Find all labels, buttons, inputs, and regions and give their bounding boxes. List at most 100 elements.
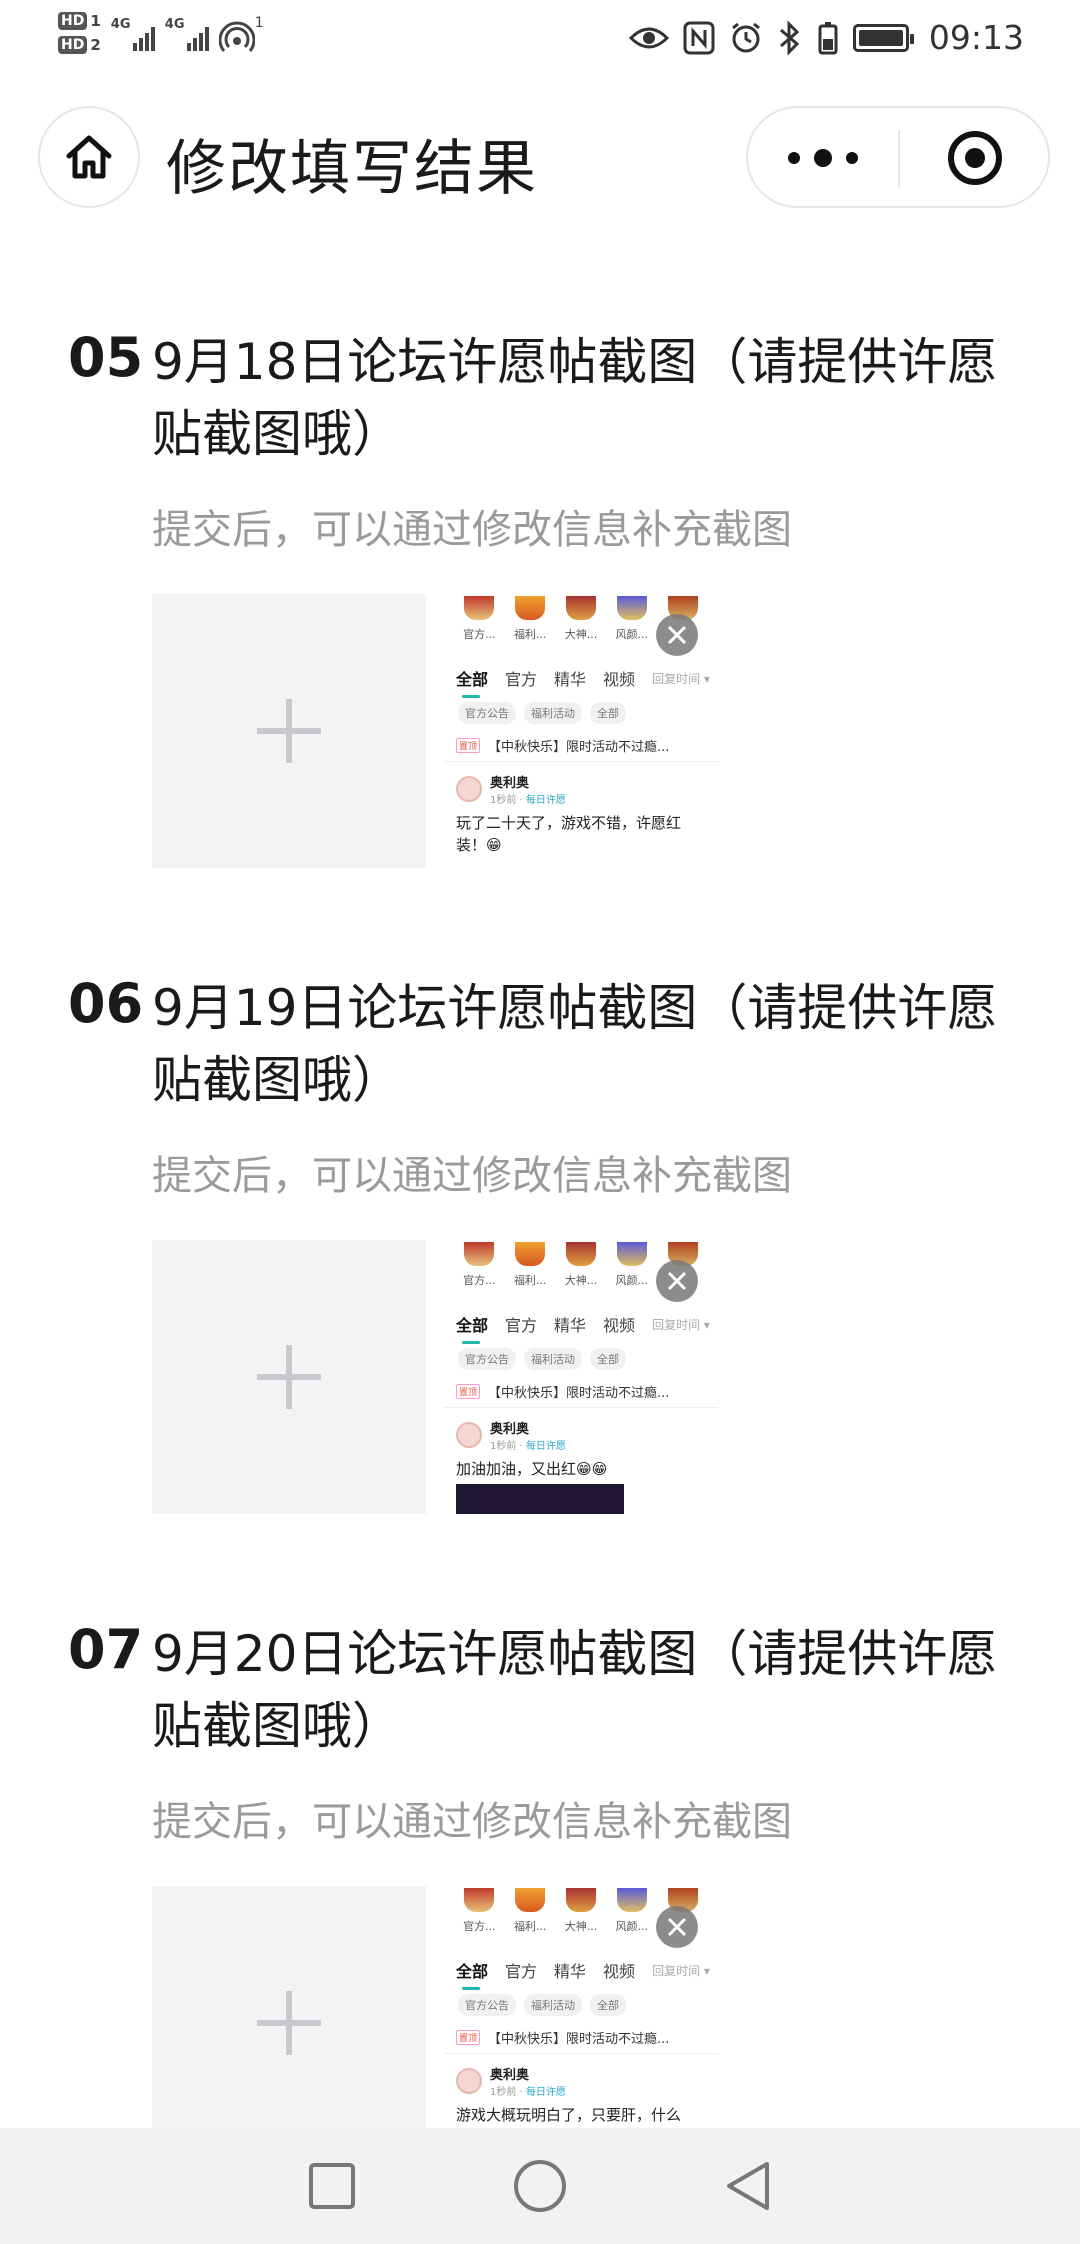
forum-chip: 全部: [590, 1994, 626, 2016]
question-hint: 提交后，可以通过修改信息补充截图: [152, 1799, 792, 1845]
nfc-icon: [683, 21, 715, 54]
forum-chip: 官方公告: [458, 1994, 516, 2016]
forum-tab: 精华: [554, 670, 587, 689]
status-right: 09:13: [628, 18, 1024, 57]
recents-square-icon: [309, 2163, 355, 2209]
upload-add-button[interactable]: [152, 1240, 426, 1514]
close-icon: [667, 625, 687, 645]
uploaded-screenshot-thumbnail[interactable]: 官方... 福利... 大神... 风颜... 全部 官方 精华 视频 回复时间 ▾ 官方公告…: [444, 1886, 718, 2160]
forum-tabs: 全部 官方 精华 视频 回复时间 ▾: [444, 660, 718, 698]
pin-tag: 置顶: [456, 2030, 481, 2045]
forum-section-icon: 福利...: [508, 594, 552, 660]
recents-button[interactable]: [292, 2146, 372, 2226]
post-user: 奥利奥 1秒前 · 每日许愿: [444, 2054, 718, 2100]
pinned-post-text: 【中秋快乐】限时活动不过瘾...: [488, 2032, 670, 2047]
status-left: HD 1 HD 2 4G 4G 1: [58, 12, 264, 54]
question-title: 9月19日论坛许愿帖截图（请提供许愿贴截图哦）: [152, 979, 998, 1109]
uploaded-screenshot-thumbnail[interactable]: 官方... 福利... 大神... 风颜... 全部 官方 精华 视频 回复时间 ▾ 官方公告…: [444, 594, 718, 868]
close-button[interactable]: [900, 108, 1050, 208]
back-button[interactable]: [708, 2146, 788, 2226]
signal-icon: 4G: [111, 15, 155, 51]
forum-chip: 官方公告: [458, 1348, 516, 1370]
question-number: 06: [68, 972, 144, 1035]
nav-bar: 修改填写结果: [0, 106, 1080, 208]
mini-program-capsule: [746, 106, 1050, 208]
forum-tab: 全部: [456, 666, 488, 698]
forum-chip: 官方公告: [458, 702, 516, 724]
upload-add-button[interactable]: [152, 1886, 426, 2160]
post-user: 奥利奥 1秒前 · 每日许愿: [444, 1408, 718, 1454]
forum-chips: 官方公告 福利活动 全部: [444, 1342, 718, 1376]
post-user: 奥利奥 1秒前 · 每日许愿: [444, 762, 718, 808]
more-button[interactable]: [748, 108, 898, 208]
delete-image-button[interactable]: [656, 614, 698, 656]
forum-section-icon: 官方...: [457, 1886, 501, 1952]
question-hint: 提交后，可以通过修改信息补充截图: [152, 1153, 792, 1199]
sim2-indicator: HD 2: [58, 36, 101, 54]
username: 奥利奥: [490, 2068, 530, 2083]
forum-chip: 福利活动: [524, 1348, 582, 1370]
post-text: 游戏大概玩明白了，只要肝，什么: [456, 2106, 682, 2124]
avatar: [456, 776, 482, 802]
forum-tabs: 全部 官方 精华 视频 回复时间 ▾: [444, 1306, 718, 1344]
forum-tab: 全部: [456, 1312, 488, 1344]
delete-image-button[interactable]: [656, 1906, 698, 1948]
signal-icon-2: 4G: [165, 15, 209, 51]
avatar: [456, 2068, 482, 2094]
pin-tag: 置顶: [456, 738, 481, 753]
page-title: 修改填写结果: [166, 134, 538, 204]
forum-section-icon: 风颜...: [610, 1240, 654, 1306]
forum-chips: 官方公告 福利活动 全部: [444, 1988, 718, 2022]
delete-image-button[interactable]: [656, 1260, 698, 1302]
forum-section-icon: 大神...: [559, 594, 603, 660]
more-icon: [788, 152, 800, 164]
post-meta: 1秒前 · 每日许愿: [490, 1441, 566, 1452]
forum-chip: 福利活动: [524, 1994, 582, 2016]
forum-section-icon: 大神...: [559, 1886, 603, 1952]
post-text: 加油加油，又出红😁😁: [456, 1460, 608, 1478]
status-bar: HD 1 HD 2 4G 4G 1 09:13: [0, 0, 1080, 80]
forum-tab: 视频: [603, 1316, 636, 1335]
vibrate-battery-icon: [818, 21, 838, 54]
forum-sort: 回复时间 ▾: [652, 1963, 710, 1978]
home-button[interactable]: [38, 106, 140, 208]
upload-add-button[interactable]: [152, 594, 426, 868]
bluetooth-icon: [779, 19, 800, 56]
close-icon: [667, 1917, 687, 1937]
home-nav-button[interactable]: [500, 2146, 580, 2226]
pinned-post: 置顶 【中秋快乐】限时活动不过瘾...: [444, 2022, 718, 2054]
forum-sort: 回复时间 ▾: [652, 671, 710, 686]
back-triangle-icon: [727, 2162, 769, 2210]
forum-section-icon: 风颜...: [610, 1886, 654, 1952]
forum-chip: 全部: [590, 1348, 626, 1370]
forum-section-icon: 大神...: [559, 1240, 603, 1306]
sim1-indicator: HD 1: [58, 12, 101, 30]
username: 奥利奥: [490, 1422, 530, 1437]
home-icon: [66, 135, 112, 179]
forum-tab: 官方: [505, 1962, 538, 1981]
alarm-icon: [731, 22, 760, 52]
username: 奥利奥: [490, 776, 530, 791]
forum-tab: 官方: [505, 670, 538, 689]
question-number: 05: [68, 326, 144, 389]
question-title: 9月18日论坛许愿帖截图（请提供许愿贴截图哦）: [152, 333, 998, 463]
question-title: 9月20日论坛许愿帖截图（请提供许愿贴截图哦）: [152, 1625, 998, 1755]
forum-section-icon: 福利...: [508, 1886, 552, 1952]
uploaded-screenshot-thumbnail[interactable]: 官方... 福利... 大神... 风颜... 全部 官方 精华 视频 回复时间 ▾ 官方公告…: [444, 1240, 718, 1514]
forum-tab: 视频: [603, 1962, 636, 1981]
post-image: [456, 1484, 624, 1514]
sim-indicators: HD 1 HD 2: [58, 12, 101, 54]
forum-section-icon: 福利...: [508, 1240, 552, 1306]
forum-section-icon: 风颜...: [610, 594, 654, 660]
question-number: 07: [68, 1618, 144, 1681]
eye-icon: [628, 27, 669, 48]
plus-icon: [257, 1345, 321, 1409]
hotspot-icon: 1: [218, 13, 264, 53]
home-circle-icon: [514, 2160, 566, 2212]
forum-chip: 全部: [590, 702, 626, 724]
forum-tab: 精华: [554, 1316, 587, 1335]
forum-tabs: 全部 官方 精华 视频 回复时间 ▾: [444, 1952, 718, 1990]
post-meta: 1秒前 · 每日许愿: [490, 2087, 566, 2098]
forum-tab: 视频: [603, 670, 636, 689]
target-icon: [948, 131, 1002, 185]
